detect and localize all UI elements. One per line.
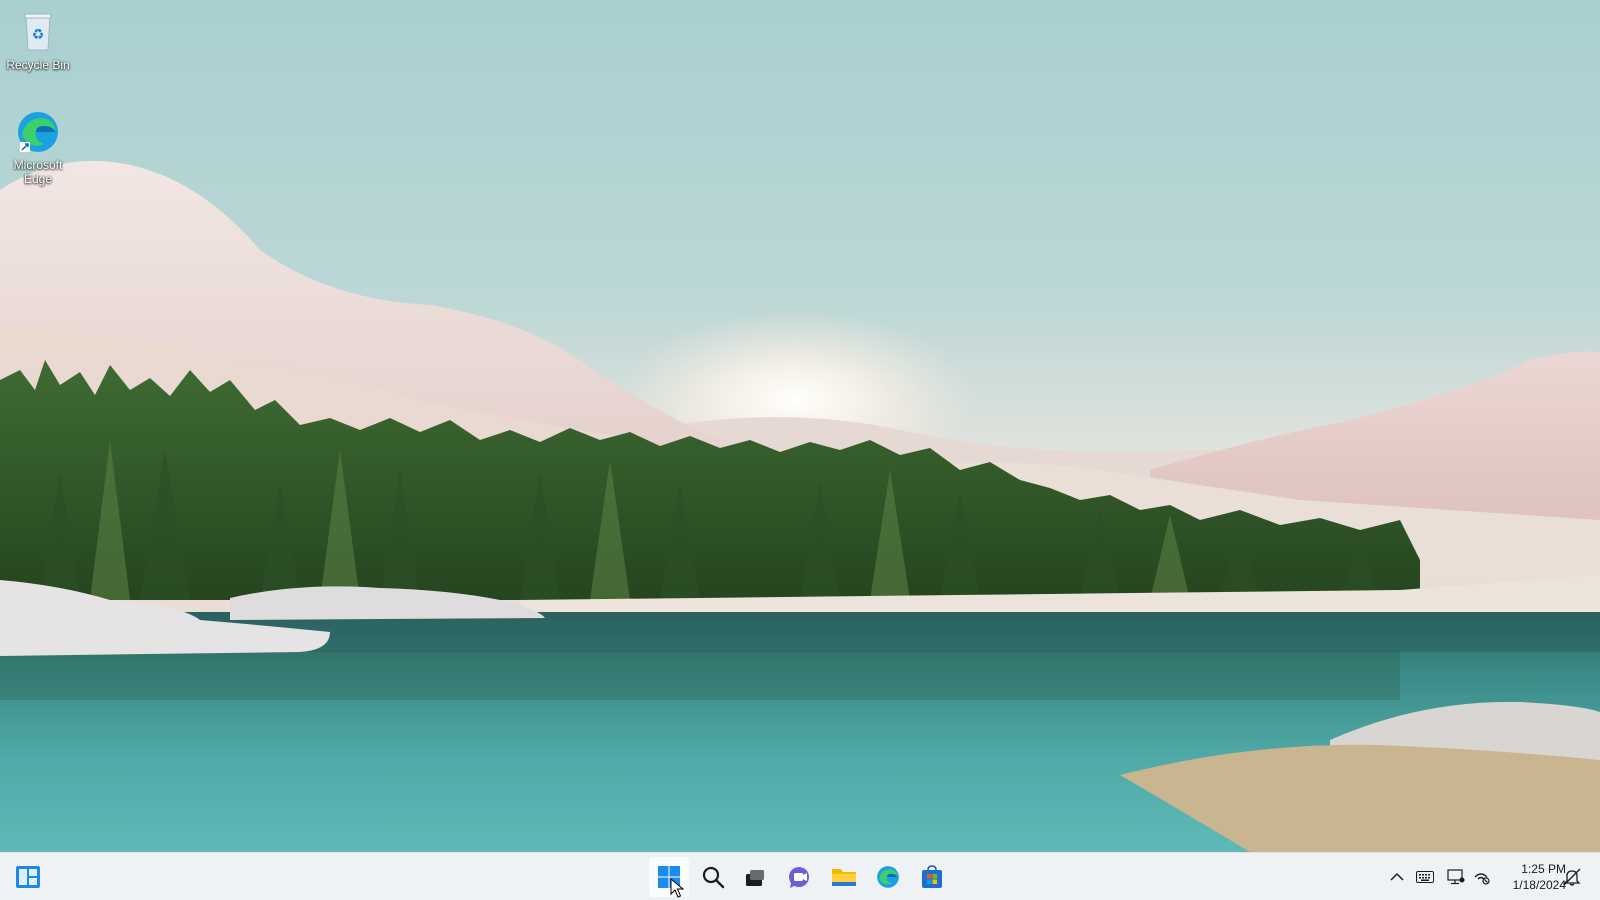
task-view-button[interactable] — [735, 857, 775, 897]
show-hidden-icons-button[interactable] — [1387, 867, 1407, 887]
search-button[interactable] — [693, 857, 733, 897]
svg-text:♻: ♻ — [32, 27, 45, 43]
clock-date: 1/18/2024 — [1512, 878, 1566, 892]
wallpaper-landscape — [0, 160, 1600, 852]
taskbar: 1:25 PM 1/18/2024 — [0, 852, 1600, 900]
teams-chat-icon — [789, 867, 809, 888]
file-explorer-button[interactable] — [824, 857, 864, 897]
edge-taskbar-button[interactable] — [868, 857, 908, 897]
network-tray-button[interactable] — [1472, 867, 1492, 887]
store-icon — [922, 865, 942, 888]
task-view-icon — [746, 870, 764, 886]
edge-icon — [877, 866, 899, 888]
network-icon — [1474, 873, 1490, 885]
recycle-bin-icon: ♻ — [24, 13, 52, 51]
widgets-icon — [16, 866, 40, 888]
clock[interactable]: 1:25 PM 1/18/2024 — [1500, 861, 1566, 893]
search-icon — [702, 866, 725, 889]
display-tray-button[interactable] — [1446, 867, 1466, 887]
chevron-up-icon — [1390, 872, 1404, 881]
desktop[interactable]: ♻ Recycle Bin Microsoft Edge — [0, 0, 1600, 852]
display-icon — [1447, 869, 1465, 885]
chat-button[interactable] — [780, 857, 820, 897]
desktop-icon-label: Recycle Bin — [6, 58, 70, 72]
notification-bell-icon — [1563, 868, 1581, 886]
keyboard-icon — [1416, 871, 1434, 883]
desktop-icon-microsoft-edge[interactable]: Microsoft Edge — [0, 108, 76, 186]
edge-icon — [18, 112, 58, 152]
keyboard-tray-button[interactable] — [1415, 867, 1435, 887]
desktop-icon-label: Microsoft Edge — [13, 158, 63, 186]
store-button[interactable] — [912, 857, 952, 897]
notifications-button[interactable] — [1562, 867, 1582, 887]
widgets-button[interactable] — [8, 857, 48, 897]
mouse-cursor-icon — [670, 878, 684, 898]
clock-time: 1:25 PM — [1521, 862, 1566, 876]
folder-icon — [832, 869, 856, 886]
desktop-icon-recycle-bin[interactable]: ♻ Recycle Bin — [0, 8, 76, 72]
